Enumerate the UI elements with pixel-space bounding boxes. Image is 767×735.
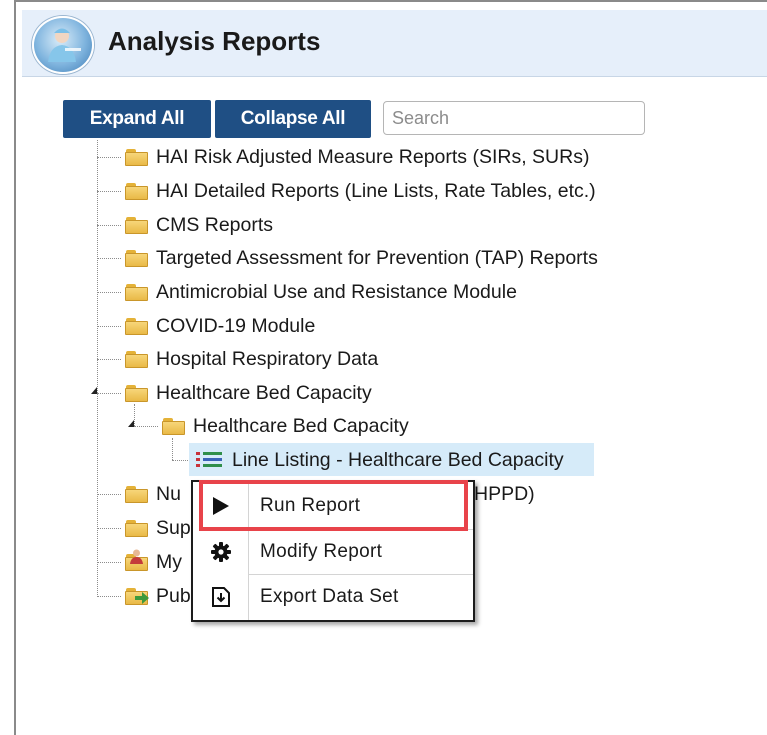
tree-connector — [97, 359, 121, 360]
folder-icon — [125, 216, 148, 234]
list-report-icon — [196, 450, 222, 470]
folder-icon — [125, 519, 148, 537]
menu-item-label: Modify Report — [260, 541, 383, 562]
tree-item-label-tail: HPPD) — [474, 479, 535, 509]
tree-item-label: Targeted Assessment for Prevention (TAP)… — [156, 246, 598, 269]
folder-icon — [125, 148, 148, 166]
gear-icon — [193, 542, 248, 562]
menu-item-label: Export Data Set — [260, 586, 399, 607]
export-icon — [193, 587, 248, 607]
tree-item[interactable]: Sup — [125, 513, 191, 543]
tree-item[interactable]: Nu — [125, 479, 181, 509]
my-reports-folder-icon — [125, 549, 148, 571]
published-folder-icon — [125, 587, 149, 605]
tree-item[interactable]: My — [125, 547, 182, 577]
tree-item[interactable]: Healthcare Bed Capacity — [162, 411, 409, 441]
tree-connector — [97, 562, 121, 563]
folder-icon — [125, 283, 148, 301]
tree-connector — [97, 596, 121, 597]
tree-item[interactable]: COVID-19 Module — [125, 311, 315, 341]
tree-item[interactable]: Healthcare Bed Capacity — [125, 378, 372, 408]
tree-connector — [97, 140, 98, 595]
tree-item-label: Pub — [156, 584, 191, 607]
tree-item-label: HAI Risk Adjusted Measure Reports (SIRs,… — [156, 145, 590, 168]
tree-item-label: My — [156, 550, 182, 573]
folder-icon — [125, 317, 148, 335]
run-report-highlight — [199, 480, 468, 531]
tree-item-label: Antimicrobial Use and Resistance Module — [156, 280, 517, 303]
folder-icon — [125, 485, 148, 503]
export-data-set-menu-item[interactable]: Export Data Set — [193, 575, 473, 619]
collapse-toggle-icon[interactable] — [128, 420, 134, 427]
tree-item[interactable]: Antimicrobial Use and Resistance Module — [125, 277, 517, 307]
tree-item-label: HAI Detailed Reports (Line Lists, Rate T… — [156, 179, 596, 202]
tree-item-label: Nu — [156, 482, 181, 505]
folder-icon — [125, 249, 148, 267]
tree-item-label-suffix: HPPD) — [474, 482, 535, 505]
tree-item[interactable]: CMS Reports — [125, 210, 273, 240]
tree-connector — [97, 258, 121, 259]
tree-connector — [97, 157, 121, 158]
tree-item-selected[interactable]: Line Listing - Healthcare Bed Capacity — [196, 445, 564, 475]
tree-item[interactable]: Targeted Assessment for Prevention (TAP)… — [125, 243, 598, 273]
tree-item-label: CMS Reports — [156, 213, 274, 236]
tree-connector — [97, 528, 121, 529]
tree-item[interactable]: HAI Detailed Reports (Line Lists, Rate T… — [125, 176, 596, 206]
folder-open-icon — [162, 417, 185, 435]
report-tree: HAI Risk Adjusted Measure Reports (SIRs,… — [0, 0, 767, 735]
tree-item-label: Line Listing - Healthcare Bed Capacity — [232, 448, 564, 471]
modify-report-menu-item[interactable]: Modify Report — [193, 530, 473, 574]
tree-connector — [134, 426, 158, 427]
tree-item-label: Sup — [156, 516, 191, 539]
tree-item-label: Hospital Respiratory Data — [156, 347, 379, 370]
tree-item[interactable]: Pub — [125, 581, 191, 611]
tree-item-label: Healthcare Bed Capacity — [193, 414, 409, 437]
folder-open-icon — [125, 384, 148, 402]
tree-item[interactable]: HAI Risk Adjusted Measure Reports (SIRs,… — [125, 142, 589, 172]
tree-connector — [97, 225, 121, 226]
tree-item-label: Healthcare Bed Capacity — [156, 381, 372, 404]
tree-connector — [97, 326, 121, 327]
folder-icon — [125, 350, 148, 368]
tree-connector — [97, 393, 121, 394]
tree-connector — [97, 191, 121, 192]
folder-icon — [125, 182, 148, 200]
tree-connector — [97, 292, 121, 293]
tree-item[interactable]: Hospital Respiratory Data — [125, 344, 378, 374]
tree-item-label: COVID-19 Module — [156, 314, 316, 337]
collapse-toggle-icon[interactable] — [91, 387, 97, 394]
tree-connector — [172, 438, 173, 460]
tree-connector — [97, 494, 121, 495]
